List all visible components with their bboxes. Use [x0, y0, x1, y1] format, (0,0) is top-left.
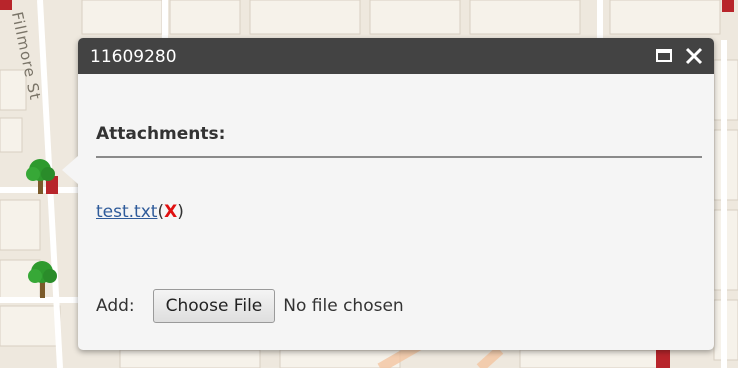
maximize-icon[interactable]: [656, 49, 672, 62]
add-label: Add:: [96, 296, 135, 316]
close-icon-glyph: [685, 47, 703, 65]
add-attachment-row: Add: Choose File No file chosen: [96, 288, 404, 324]
attachment-link[interactable]: test.txt: [96, 202, 157, 222]
attachments-divider: [96, 156, 702, 158]
choose-file-button[interactable]: Choose File: [152, 289, 276, 323]
no-file-chosen-text: No file chosen: [283, 296, 404, 316]
tree-icon[interactable]: [26, 258, 60, 300]
popup-pointer: [62, 156, 78, 184]
popup-title: 11609280: [90, 47, 177, 67]
page: Fillmore St 11609280 Attachments: test.t…: [0, 0, 738, 368]
close-paren: ): [177, 202, 184, 222]
info-popup: 11609280 Attachments: test.txt(X) Add: C…: [62, 38, 714, 350]
delete-attachment-button[interactable]: X: [164, 202, 177, 222]
popup-titlebar: 11609280: [78, 38, 714, 74]
tree-icon[interactable]: [24, 156, 58, 196]
close-icon[interactable]: [682, 44, 706, 68]
attachments-header: Attachments:: [96, 124, 226, 144]
attachment-item: test.txt(X): [96, 202, 184, 222]
